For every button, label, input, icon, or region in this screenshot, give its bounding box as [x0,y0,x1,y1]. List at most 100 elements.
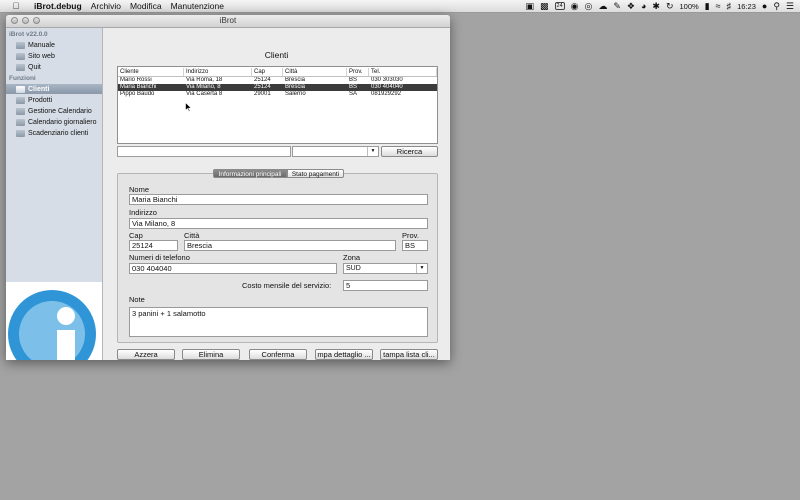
sync-icon[interactable]: ◉ [571,1,579,12]
citta-field[interactable]: Brescia [184,240,396,251]
prov-label: Prov. [402,231,419,240]
stampa-lista-clienti-button[interactable]: tampa lista cli... [380,349,438,360]
pen-icon[interactable]: ✎ [613,1,621,12]
table-cell: Brescia [285,77,306,83]
table-cell: Pippo Baudo [120,91,155,97]
table-row-selected[interactable]: Maria Bianchi Via Milano, 8 25124 Bresci… [118,84,437,91]
status-area: ▣ ▩ 24 ◉ ◎ ☁ ✎ ❖ ◕ ✱ ↻ 100% ▮ ≈ ♯ 16:23 … [525,0,794,12]
volume-icon[interactable]: ♯ [727,1,732,11]
folder-icon [16,129,25,137]
tab-stato-pagamenti[interactable]: Stato pagamenti [287,169,344,178]
table-cell: Maria Bianchi [120,84,157,90]
nome-field[interactable]: Maria Bianchi [129,194,428,205]
table-cell: Salerno [285,91,306,97]
telefono-label: Numeri di telefono [129,253,190,262]
note-textarea[interactable]: 3 panini + 1 salamotto [129,307,428,337]
battery-icon[interactable]: ▮ [705,1,710,12]
table-cell: 030 303030 [371,77,403,83]
table-cell: 25124 [254,77,271,83]
sidebar-item-manuale[interactable]: Manuale [6,40,102,50]
clients-table[interactable]: Cliente Indirizzo Cap Città Prov. Tel. M… [117,66,438,144]
screen-icon[interactable]: ▣ [525,1,534,12]
chevron-down-icon: ▼ [367,147,378,156]
menu-modifica[interactable]: Modifica [130,1,162,11]
main-panel: Clienti Cliente Indirizzo Cap Città Prov… [103,28,450,360]
sidebar-item-label: Gestione Calendario [28,107,92,115]
app-window: iBrot iBrot v22.0.0 Manuale Sito web Qui… [6,15,450,360]
spotlight-icon[interactable]: ⚲ [773,1,780,12]
column-header[interactable]: Città [283,68,347,76]
sidebar-item-calendario-giornaliero[interactable]: Calendario giornaliero [6,117,102,127]
search-field-select[interactable]: ▼ [292,146,379,157]
sidebar-item-label: Scadenziario clienti [28,129,89,137]
bluetooth-icon[interactable]: ✱ [652,1,660,12]
sidebar-item-label: Sito web [28,52,55,60]
column-header[interactable]: Cap [252,68,283,76]
clock[interactable]: 16:23 [737,2,756,11]
citta-label: Città [184,231,200,240]
sidebar-item-label: Clienti [28,85,50,93]
sidebar-item-gestione-calendario[interactable]: Gestione Calendario [6,106,102,116]
sidebar-item-prodotti[interactable]: Prodotti [6,95,102,105]
stampa-dettaglio-button[interactable]: mpa dettaglio ... [315,349,373,360]
notification-icon[interactable]: ☰ [786,1,794,12]
cloud-icon[interactable]: ☁ [598,1,607,12]
indirizzo-label: Indirizzo [129,208,157,217]
sidebar-item-sito-web[interactable]: Sito web [6,51,102,61]
menu-archivio[interactable]: Archivio [91,1,121,11]
table-cell: Brescia [285,84,306,90]
apple-icon[interactable]:  [10,1,22,11]
zona-select[interactable]: SUD ▼ [343,263,428,274]
conferma-button[interactable]: Conferma [249,349,307,360]
column-header[interactable]: Tel. [369,68,437,76]
table-cell: Via Roma, 18 [186,77,223,83]
sidebar-item-quit[interactable]: Quit [6,62,102,72]
title-bar[interactable]: iBrot [6,15,450,28]
table-cell: Via Milano, 8 [186,84,221,90]
time-machine-icon[interactable]: ↻ [666,1,674,12]
folder-icon [16,41,25,49]
tab-informazioni-principali[interactable]: Informazioni principali [213,169,287,178]
sidebar-item-clienti[interactable]: Clienti [6,84,102,94]
cap-field[interactable]: 25124 [129,240,178,251]
dropbox-icon[interactable]: ❖ [627,1,635,12]
azzera-button[interactable]: Azzera [117,349,175,360]
column-header[interactable]: Prov. [347,68,369,76]
table-cell: 081929292 [371,91,402,97]
ricerca-button[interactable]: Ricerca [381,146,438,157]
wifi-icon[interactable]: ≈ [716,1,721,11]
table-cell: Mario Rossi [120,77,152,83]
user-icon[interactable]: ● [762,1,767,11]
costo-field[interactable]: 5 [343,280,428,291]
sidebar-item-scadenziario-clienti[interactable]: Scadenziario clienti [6,128,102,138]
prov-field[interactable]: BS [402,240,428,251]
menu-bar:  iBrot.debug Archivio Modifica Manutenz… [0,0,800,13]
sidebar-item-label: Manuale [28,41,55,49]
folder-icon [16,63,25,71]
table-cell: SA [349,91,358,97]
briefcase-icon[interactable]: ▩ [540,1,549,12]
menu-app-name[interactable]: iBrot.debug [34,1,82,11]
menu-manutenzione[interactable]: Manutenzione [171,1,224,11]
zona-label: Zona [343,253,361,262]
table-header: Cliente Indirizzo Cap Città Prov. Tel. [118,68,437,77]
calendar-icon[interactable]: 24 [554,2,565,10]
table-row[interactable]: Pippo Baudo Via Caserta 8 29001 Salerno … [118,91,437,98]
table-cell: BS [349,84,358,90]
folder-icon [16,52,25,60]
sidebar-logo-area [6,282,103,360]
table-row[interactable]: Mario Rossi Via Roma, 18 25124 Brescia B… [118,77,437,84]
note-label: Note [129,295,145,304]
cap-label: Cap [129,231,143,240]
telefono-field[interactable]: 030 404040 [129,263,337,274]
shield-icon[interactable]: ◎ [585,1,593,12]
table-cell: BS [349,77,358,83]
column-header[interactable]: Cliente [118,68,184,76]
indirizzo-field[interactable]: Via Milano, 8 [129,218,428,229]
elimina-button[interactable]: Elimina [182,349,240,360]
column-header[interactable]: Indirizzo [184,68,252,76]
globe-icon[interactable]: ◕ [641,1,646,11]
sidebar-section-funzioni: Funzioni [9,75,36,82]
search-input[interactable] [117,146,291,157]
table-cell: 030 404040 [371,84,403,90]
